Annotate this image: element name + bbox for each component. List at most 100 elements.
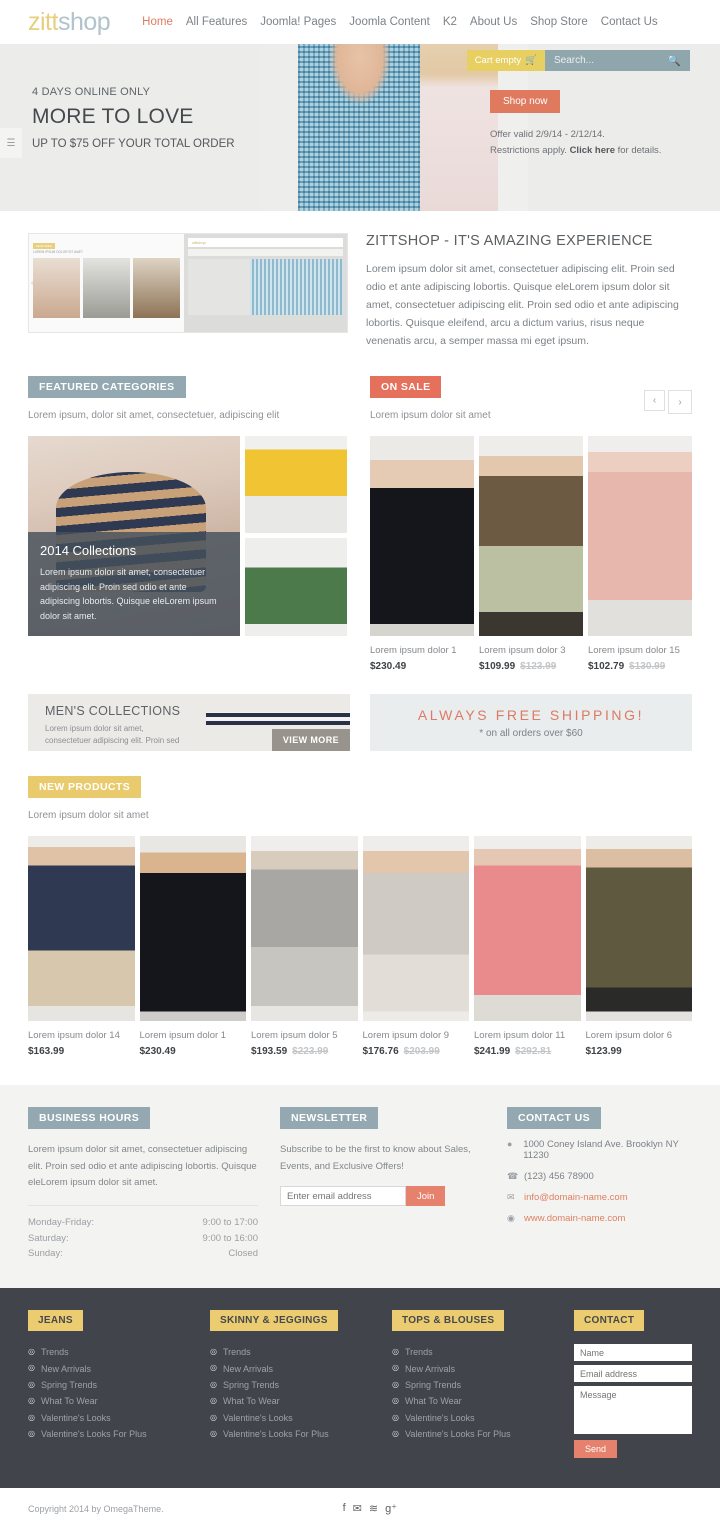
site-logo[interactable]: zittshop [28,7,111,37]
product-card[interactable]: Lorem ipsum dolor 5 $193.59 $223.99 [251,836,358,1057]
intro-body: Lorem ipsum dolor sit amet, consectetuer… [366,263,679,348]
rss-icon[interactable]: ≋ [369,1502,378,1515]
search-icon[interactable]: 🔍 [667,54,681,67]
footer-link[interactable]: Valentine's Looks For Plus [405,1426,511,1442]
list-item[interactable]: ◎ What To Wear [210,1393,372,1409]
list-item[interactable]: ◎ Valentine's Looks [28,1410,190,1426]
bullet-icon: ◎ [392,1412,399,1422]
nav-item-contact-us[interactable]: Contact Us [601,16,658,28]
offer-click-here-link[interactable]: Click here [570,145,615,156]
footer-link[interactable]: Valentine's Looks For Plus [41,1426,147,1442]
contact-website-row[interactable]: ◉ www.domain-name.com [507,1213,692,1224]
screenshot-right-pane: zittshop [184,234,347,332]
footer-link[interactable]: Spring Trends [223,1377,279,1393]
shop-now-button[interactable]: Shop now [490,90,561,113]
contact-form-fields: Send [574,1344,692,1459]
list-item[interactable]: ◎ Spring Trends [210,1377,372,1393]
contact-email-input[interactable] [574,1365,692,1383]
footer-link[interactable]: Valentine's Looks [223,1410,293,1426]
newsletter-join-button[interactable]: Join [406,1186,446,1207]
featured-category-card[interactable]: 2014 Collections Lorem ipsum dolor sit a… [28,436,240,637]
search-box[interactable]: Search... 🔍 [545,50,690,71]
nav-item-joomla-pages[interactable]: Joomla! Pages [260,16,336,28]
list-item[interactable]: ◎ Trends [392,1344,554,1360]
footer-link[interactable]: Trends [405,1344,433,1360]
list-item[interactable]: ◎ Valentine's Looks For Plus [210,1426,372,1442]
intro-copy: ZITTSHOP - IT'S AMAZING EXPERIENCE Lorem… [366,233,692,350]
footer-link[interactable]: New Arrivals [405,1361,455,1377]
list-item[interactable]: ◎ Valentine's Looks [210,1410,372,1426]
footer-link[interactable]: Valentine's Looks For Plus [223,1426,329,1442]
footer-link[interactable]: New Arrivals [223,1361,273,1377]
nav-item-about-us[interactable]: About Us [470,16,517,28]
list-item[interactable]: ◎ Spring Trends [28,1377,190,1393]
view-more-button[interactable]: VIEW MORE [271,729,350,752]
newsletter-label: NEWSLETTER [280,1107,379,1130]
bullet-icon: ◎ [210,1363,217,1373]
facebook-icon[interactable]: f [343,1502,346,1515]
product-card[interactable]: Lorem ipsum dolor 6 $123.99 [585,836,693,1057]
footer-link[interactable]: Valentine's Looks [41,1410,111,1426]
mens-collections-banner[interactable]: MEN'S COLLECTIONS Lorem ipsum dolor sit … [28,694,350,752]
footer-link[interactable]: Trends [223,1344,251,1360]
list-item[interactable]: ◎ Valentine's Looks For Plus [392,1426,554,1442]
footer-link[interactable]: Spring Trends [41,1377,97,1393]
nav-item-joomla-content[interactable]: Joomla Content [349,16,430,28]
product-card[interactable]: Lorem ipsum dolor 1 $230.49 [139,836,246,1057]
contact-name-input[interactable] [574,1344,692,1362]
contact-email[interactable]: info@domain-name.com [524,1192,628,1203]
cart-status-button[interactable]: Cart empty 🛒 [466,50,545,71]
contact-website[interactable]: www.domain-name.com [524,1213,625,1224]
featured-category-thumb[interactable] [245,436,347,534]
product-price: $123.99 [586,1046,693,1057]
featured-category-thumb[interactable] [245,538,347,637]
logo-text-first: zitt [28,7,58,36]
footer-link[interactable]: What To Wear [223,1393,280,1409]
product-card[interactable]: Lorem ipsum dolor 3 $109.99 $123.99 [479,436,583,672]
list-item[interactable]: ◎ Trends [28,1344,190,1360]
footer-link[interactable]: New Arrivals [41,1361,91,1377]
contact-email-row[interactable]: ✉ info@domain-name.com [507,1192,692,1203]
footer-link[interactable]: What To Wear [41,1393,98,1409]
list-item[interactable]: ◎ New Arrivals [28,1361,190,1377]
chevron-right-icon[interactable]: › [668,390,692,415]
chevron-left-icon[interactable]: ‹ [644,390,665,412]
free-shipping-banner: ALWAYS FREE SHIPPING! * on all orders ov… [370,694,692,752]
contact-message-textarea[interactable] [574,1386,692,1435]
bullet-icon: ◎ [28,1347,35,1357]
product-card[interactable]: Lorem ipsum dolor 11 $241.99 $292.81 [474,836,581,1057]
nav-item-all-features[interactable]: All Features [186,16,247,28]
contact-send-button[interactable]: Send [574,1440,618,1459]
search-input[interactable]: Search... [554,55,594,66]
footer-link[interactable]: Valentine's Looks [405,1410,475,1426]
product-price-old: $223.99 [292,1046,329,1058]
shopping-cart-icon: 🛒 [525,55,537,66]
product-card[interactable]: Lorem ipsum dolor 14 $163.99 [28,836,135,1057]
newsletter-email-input[interactable] [280,1186,406,1207]
list-item[interactable]: ◎ New Arrivals [210,1361,372,1377]
product-card[interactable]: Lorem ipsum dolor 15 $102.79 $130.99 [588,436,692,672]
list-item[interactable]: ◎ Valentine's Looks [392,1410,554,1426]
product-card[interactable]: Lorem ipsum dolor 1 $230.49 [370,436,474,672]
screenshot-left-pane: FEATURED LOREM IPSUM DOLOR SIT AMET ‹ [29,234,184,332]
list-item[interactable]: ◎ New Arrivals [392,1361,554,1377]
footer-link[interactable]: What To Wear [405,1393,462,1409]
footer-link[interactable]: Trends [41,1344,69,1360]
slider-prev-icon[interactable]: ☰ [0,128,22,158]
list-item[interactable]: ◎ Trends [210,1344,372,1360]
google-plus-icon[interactable]: g⁺ [385,1502,397,1515]
intro-screenshot[interactable]: FEATURED LOREM IPSUM DOLOR SIT AMET ‹ zi… [28,233,348,333]
list-item[interactable]: ◎ What To Wear [392,1393,554,1409]
twitter-icon[interactable]: ✉ [353,1502,362,1515]
featured-header: FEATURED CATEGORIES Lorem ipsum, dolor s… [28,366,350,421]
list-item[interactable]: ◎ Valentine's Looks For Plus [28,1426,190,1442]
bullet-icon: ◎ [392,1363,399,1373]
footer-link[interactable]: Spring Trends [405,1377,461,1393]
hours-row: Monday-Friday: 9:00 to 17:00 [28,1215,258,1231]
list-item[interactable]: ◎ Spring Trends [392,1377,554,1393]
nav-item-k2[interactable]: K2 [443,16,457,28]
list-item[interactable]: ◎ What To Wear [28,1393,190,1409]
nav-item-shop-store[interactable]: Shop Store [530,16,588,28]
nav-item-home[interactable]: Home [142,16,173,28]
product-card[interactable]: Lorem ipsum dolor 9 $176.76 $203.99 [362,836,469,1057]
